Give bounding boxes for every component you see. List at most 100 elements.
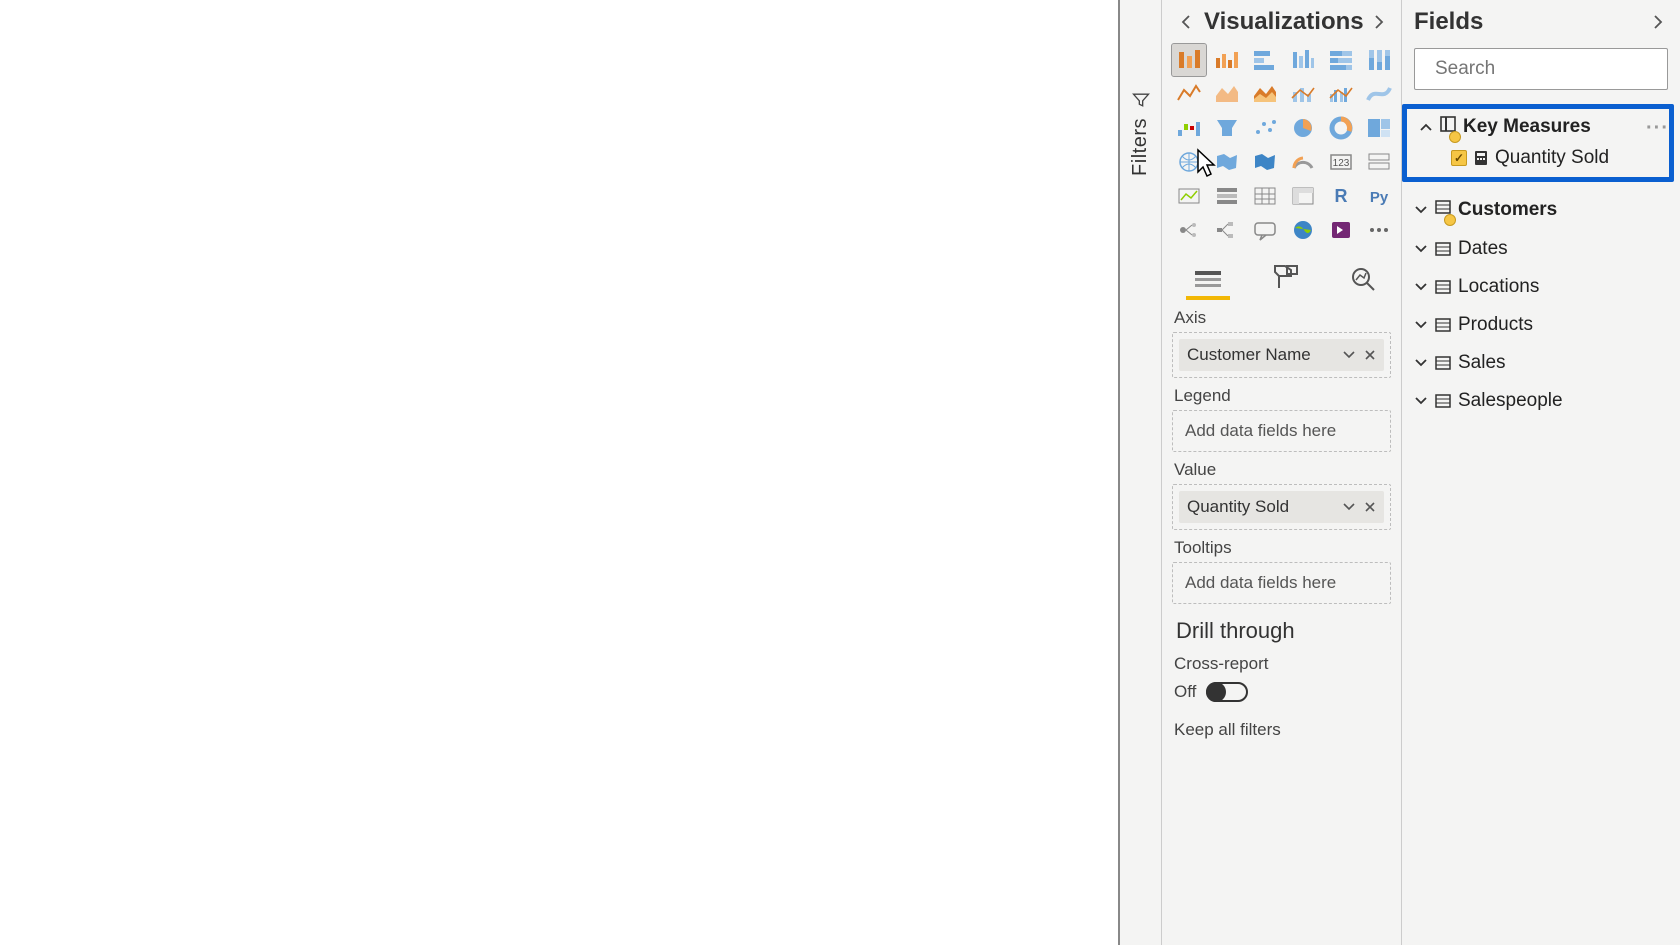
visualizations-panel: Visualizations — [1162, 0, 1402, 945]
chevron-down-icon[interactable] — [1414, 242, 1428, 256]
legend-well-label: Legend — [1174, 386, 1391, 406]
legend-placeholder: Add data fields here — [1179, 417, 1384, 445]
legend-well[interactable]: Add data fields here — [1172, 410, 1391, 452]
viz-area-chart[interactable] — [1210, 78, 1244, 110]
cross-report-label: Cross-report — [1174, 654, 1268, 674]
tab-analytics[interactable] — [1339, 260, 1387, 298]
chevron-down-icon[interactable] — [1342, 348, 1356, 362]
visualization-pane-tabs — [1172, 254, 1391, 300]
viz-line-stacked-column[interactable] — [1286, 78, 1320, 110]
viz-waterfall-chart[interactable] — [1172, 112, 1206, 144]
tooltips-placeholder: Add data fields here — [1179, 569, 1384, 597]
viz-map[interactable] — [1172, 146, 1206, 178]
axis-well[interactable]: Customer Name — [1172, 332, 1391, 378]
viz-ribbon-chart[interactable] — [1362, 78, 1396, 110]
field-quantity-sold-label: Quantity Sold — [1495, 147, 1609, 169]
table-icon — [1434, 198, 1452, 222]
viz-kpi[interactable] — [1172, 180, 1206, 212]
viz-pie-chart[interactable] — [1286, 112, 1320, 144]
viz-donut-chart[interactable] — [1324, 112, 1358, 144]
viz-line-clustered-column[interactable] — [1324, 78, 1358, 110]
table-icon — [1434, 278, 1452, 296]
table-customers-label: Customers — [1458, 199, 1557, 221]
viz-100pct-stacked-bar[interactable] — [1324, 44, 1358, 76]
table-icon — [1434, 316, 1452, 334]
viz-clustered-bar-chart[interactable] — [1210, 44, 1244, 76]
viz-stacked-column-chart[interactable] — [1248, 44, 1282, 76]
svg-text:R: R — [1335, 186, 1348, 206]
value-well[interactable]: Quantity Sold — [1172, 484, 1391, 530]
remove-icon[interactable] — [1364, 349, 1376, 361]
chevron-down-icon[interactable] — [1342, 500, 1356, 514]
chevron-down-icon[interactable] — [1414, 356, 1428, 370]
viz-qna[interactable] — [1248, 214, 1282, 246]
viz-filled-map[interactable] — [1210, 146, 1244, 178]
table-products[interactable]: Products — [1412, 310, 1670, 340]
table-locations[interactable]: Locations — [1412, 272, 1670, 302]
value-chip-text: Quantity Sold — [1187, 497, 1289, 517]
chevron-up-icon[interactable] — [1419, 120, 1433, 134]
viz-funnel-chart[interactable] — [1210, 112, 1244, 144]
viz-scatter-chart[interactable] — [1248, 112, 1282, 144]
chevron-right-icon[interactable] — [1365, 9, 1391, 35]
visualization-gallery: 123 R Py — [1172, 40, 1391, 254]
viz-decomposition-tree[interactable] — [1210, 214, 1244, 246]
viz-arcgis-map[interactable] — [1286, 214, 1320, 246]
chevron-down-icon[interactable] — [1414, 203, 1428, 217]
table-sales[interactable]: Sales — [1412, 348, 1670, 378]
viz-stacked-bar-chart[interactable] — [1172, 44, 1206, 76]
tab-format[interactable] — [1262, 260, 1310, 298]
filters-collapsed-tab[interactable]: Filters — [1120, 0, 1162, 945]
viz-clustered-column-chart[interactable] — [1286, 44, 1320, 76]
filter-icon — [1131, 90, 1151, 110]
fields-search[interactable] — [1414, 48, 1668, 90]
chevron-left-icon[interactable] — [1174, 9, 1200, 35]
viz-stacked-area-chart[interactable] — [1248, 78, 1282, 110]
viz-table[interactable] — [1248, 180, 1282, 212]
viz-key-influencers[interactable] — [1172, 214, 1206, 246]
svg-text:123: 123 — [1333, 158, 1350, 169]
filters-label: Filters — [1129, 118, 1152, 176]
viz-slicer[interactable] — [1210, 180, 1244, 212]
table-icon — [1434, 354, 1452, 372]
chevron-down-icon[interactable] — [1414, 280, 1428, 294]
keep-all-filters-label: Keep all filters — [1174, 720, 1281, 740]
chevron-right-icon[interactable] — [1644, 9, 1670, 35]
report-canvas[interactable] — [0, 0, 1120, 945]
viz-line-chart[interactable] — [1172, 78, 1206, 110]
viz-shape-map[interactable] — [1248, 146, 1282, 178]
cross-report-toggle[interactable] — [1206, 682, 1248, 702]
viz-python-visual[interactable]: Py — [1362, 180, 1396, 212]
remove-icon[interactable] — [1364, 501, 1376, 513]
tab-fields[interactable] — [1184, 260, 1232, 298]
value-chip[interactable]: Quantity Sold — [1179, 491, 1384, 523]
axis-chip[interactable]: Customer Name — [1179, 339, 1384, 371]
viz-powerapps[interactable] — [1324, 214, 1358, 246]
table-products-label: Products — [1458, 314, 1533, 336]
viz-r-script-visual[interactable]: R — [1324, 180, 1358, 212]
viz-100pct-stacked-column[interactable] — [1362, 44, 1396, 76]
field-quantity-sold[interactable]: ✓ Quantity Sold — [1417, 143, 1665, 173]
more-options-icon[interactable]: ··· — [1646, 117, 1669, 140]
viz-get-more-visuals[interactable] — [1362, 214, 1396, 246]
table-key-measures[interactable]: Key Measures ··· — [1417, 111, 1665, 143]
chevron-down-icon[interactable] — [1414, 318, 1428, 332]
table-salespeople[interactable]: Salespeople — [1412, 386, 1670, 416]
search-input[interactable] — [1433, 57, 1680, 81]
tooltips-well-label: Tooltips — [1174, 538, 1391, 558]
table-customers[interactable]: Customers — [1412, 194, 1670, 226]
viz-multi-row-card[interactable] — [1362, 146, 1396, 178]
measure-table-icon — [1439, 115, 1457, 139]
viz-treemap[interactable] — [1362, 112, 1396, 144]
viz-matrix[interactable] — [1286, 180, 1320, 212]
tooltips-well[interactable]: Add data fields here — [1172, 562, 1391, 604]
checkbox-checked-icon[interactable]: ✓ — [1451, 150, 1467, 166]
viz-gauge[interactable] — [1286, 146, 1320, 178]
fields-panel: Fields — [1402, 0, 1680, 945]
svg-text:Py: Py — [1370, 189, 1389, 206]
app-root: Filters Visualizations — [0, 0, 1680, 945]
table-dates[interactable]: Dates — [1412, 234, 1670, 264]
viz-card[interactable]: 123 — [1324, 146, 1358, 178]
visualizations-title: Visualizations — [1204, 8, 1365, 36]
chevron-down-icon[interactable] — [1414, 394, 1428, 408]
